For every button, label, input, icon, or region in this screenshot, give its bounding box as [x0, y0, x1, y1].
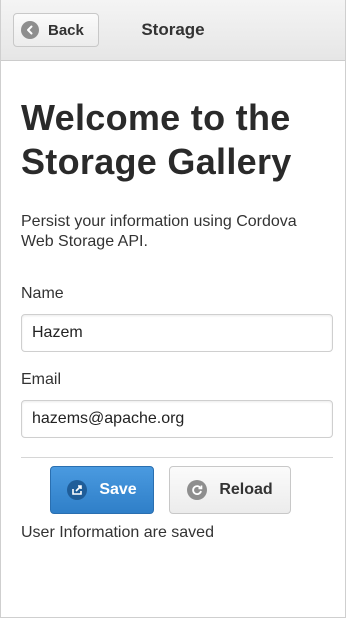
save-button-label: Save — [99, 481, 137, 498]
status-message: User Information are saved — [21, 524, 214, 541]
back-button[interactable]: Back — [13, 13, 99, 47]
button-row: Save Reload — [21, 466, 325, 516]
save-button[interactable]: Save — [50, 466, 154, 514]
email-label: Email — [21, 371, 62, 388]
header-bar: Storage Back — [1, 0, 345, 61]
description-text: Persist your information using Cordova W… — [21, 213, 297, 250]
welcome-heading: Welcome to the Storage Gallery — [21, 97, 292, 182]
name-label: Name — [21, 285, 64, 302]
share-icon — [67, 480, 88, 500]
back-button-label: Back — [48, 21, 84, 39]
reload-button[interactable]: Reload — [169, 466, 291, 514]
app-frame: Storage Back Welcome to the Storage Gall… — [0, 0, 346, 618]
name-input[interactable] — [21, 314, 333, 352]
refresh-icon — [187, 480, 208, 500]
back-arrow-icon — [21, 21, 39, 39]
reload-button-label: Reload — [219, 481, 273, 498]
divider — [21, 457, 333, 458]
email-input[interactable] — [21, 400, 333, 438]
main-content: Welcome to the Storage Gallery Persist y… — [1, 96, 345, 542]
